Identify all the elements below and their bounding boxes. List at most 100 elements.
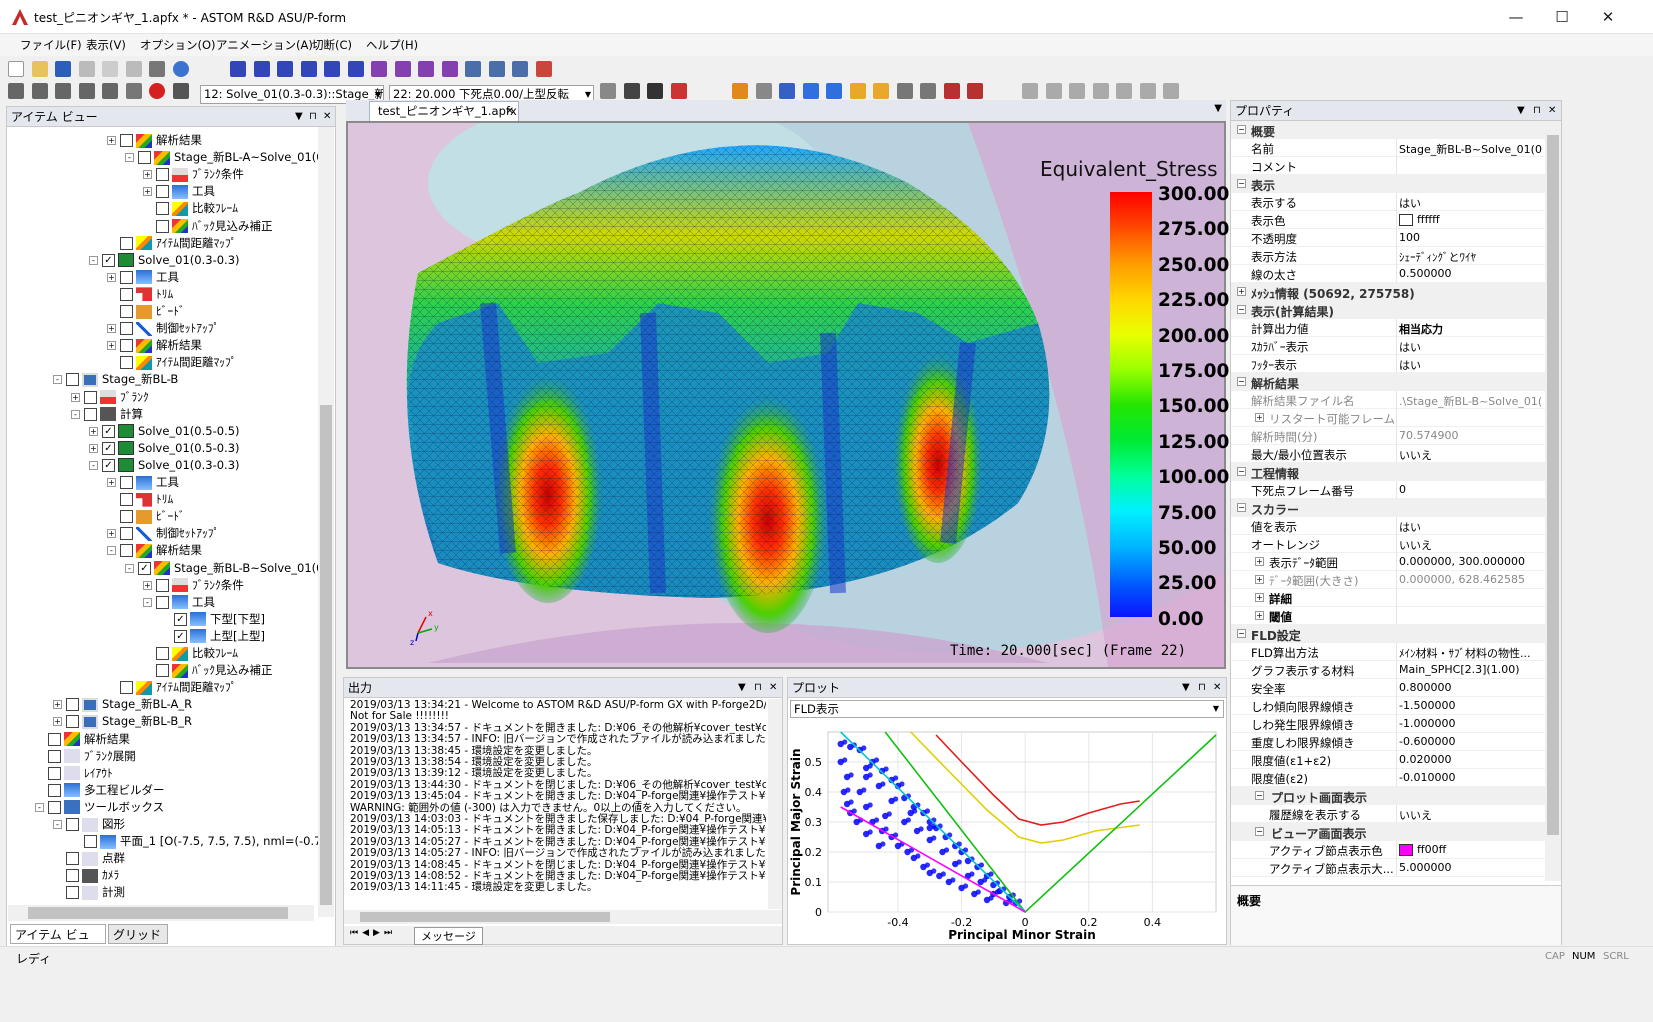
output-vertical-scrollbar[interactable] (768, 699, 782, 909)
tree-checkbox[interactable] (120, 305, 133, 318)
menu-options[interactable]: オプション(O) (140, 37, 216, 53)
tree-checkbox[interactable] (156, 595, 169, 609)
play-icon[interactable] (55, 83, 71, 99)
tree-item[interactable]: - Stage_新BL-B (53, 370, 178, 388)
report-icon[interactable] (967, 83, 983, 99)
properties-scroll-thumb[interactable] (1547, 135, 1559, 835)
property-category[interactable]: − 表示(計算結果) (1231, 301, 1545, 319)
tree-checkbox[interactable] (66, 373, 79, 387)
tree-expander-icon[interactable]: - (71, 409, 80, 419)
category-toggle-icon[interactable]: − (1237, 503, 1246, 512)
tree-item[interactable]: + 解析結果 (107, 131, 202, 149)
new-file-icon[interactable] (8, 61, 24, 77)
tree-checkbox[interactable] (66, 852, 79, 866)
tool-a-icon[interactable] (1022, 83, 1038, 99)
dropdown-icon[interactable]: ▼ (1517, 101, 1525, 121)
minimize-button[interactable]: — (1493, 0, 1539, 34)
property-category[interactable]: + ﾒｯｼｭ情報 (50692, 275758) (1231, 283, 1545, 301)
category-toggle-icon[interactable]: − (1255, 791, 1264, 800)
tree-item[interactable]: - Stage_新BL-A~Solve_01(0.5-0 (125, 148, 319, 166)
property-row[interactable]: 履歴線を表示する いいえ (1231, 805, 1545, 823)
print-icon[interactable] (149, 61, 165, 77)
dropdown-icon[interactable]: ▼ (1182, 678, 1190, 698)
tab-list-dropdown-icon[interactable]: ▼ (1214, 103, 1222, 114)
tree-item[interactable]: ｶﾒﾗ (53, 866, 119, 884)
tree-checkbox[interactable] (120, 681, 133, 695)
tree-expander-icon[interactable]: - (125, 153, 134, 163)
tool-e-icon[interactable] (1116, 83, 1132, 99)
tree-checkbox[interactable] (120, 287, 133, 301)
view-bottom-icon[interactable] (347, 61, 364, 77)
property-row[interactable]: 表示方法 ｼｪｰﾃﾞｨﾝｸﾞとﾜｲﾔ (1231, 247, 1545, 265)
tab-nav-arrows-icon[interactable]: ⏮◀▶⏭ (350, 928, 396, 938)
tree-expander-icon[interactable]: + (53, 700, 62, 710)
property-row[interactable]: 表示色 ffffff (1231, 211, 1545, 229)
probe-multi-icon[interactable] (826, 83, 842, 99)
tree-checkbox[interactable]: ✓ (102, 441, 115, 455)
menu-help[interactable]: ヘルプ(H) (366, 37, 418, 53)
close-button[interactable]: ✕ (1585, 0, 1631, 34)
property-row[interactable]: オートレンジ いいえ (1231, 535, 1545, 553)
tree-item[interactable]: + 工具 (143, 182, 215, 200)
frame-list-icon[interactable] (600, 83, 616, 99)
tree-expander-icon[interactable]: - (143, 597, 152, 607)
tree-item[interactable]: ﾋﾞｰﾄﾞ (107, 302, 185, 320)
tree-item[interactable]: + 工具 (107, 473, 179, 491)
tree-checkbox[interactable] (120, 544, 133, 558)
property-expander-icon[interactable]: + (1255, 557, 1264, 566)
tab-messages[interactable]: メッセージ (414, 927, 483, 945)
property-row[interactable]: 名前 Stage_新BL-B~Solve_01(0.... (1231, 139, 1545, 157)
pick-node-icon[interactable] (779, 83, 795, 99)
compare-icon[interactable] (670, 83, 687, 99)
close-icon[interactable]: ✕ (769, 678, 777, 698)
render-icon[interactable] (535, 61, 552, 77)
tree-expander-icon[interactable]: + (89, 426, 98, 436)
tree-item[interactable]: 計測 (53, 883, 125, 901)
tree-checkbox[interactable] (48, 800, 61, 814)
property-row[interactable]: 限度値(ε1+ε2) 0.020000 (1231, 751, 1545, 769)
iso-view-4-icon[interactable] (441, 61, 458, 77)
properties-scrollbar[interactable] (1545, 121, 1561, 881)
tree-item[interactable]: + 制御ｾｯﾄｱｯﾌﾟ (107, 524, 219, 542)
pin-icon[interactable]: ⊓ (1533, 101, 1541, 121)
film-icon[interactable] (172, 83, 189, 99)
property-row[interactable]: 表示する はい (1231, 193, 1545, 211)
property-category[interactable]: − 概要 (1231, 121, 1545, 139)
tree-checkbox[interactable] (120, 270, 133, 284)
tree-expander-icon[interactable]: + (107, 341, 116, 351)
tree-checkbox[interactable]: ✓ (102, 424, 115, 438)
tree-expander-icon[interactable]: - (125, 563, 134, 573)
tree-item[interactable]: + ﾌﾞﾗﾝｸ条件 (143, 165, 244, 183)
dropdown-icon[interactable]: ▼ (295, 107, 303, 127)
property-row[interactable]: 下死点フレーム番号 0 (1231, 481, 1545, 499)
tree-checkbox[interactable] (48, 766, 61, 780)
tree-item[interactable]: + ﾌﾞﾗﾝｸ (71, 388, 149, 406)
tree-item[interactable]: ✓ 下型[下型] (161, 610, 265, 628)
property-row[interactable]: ｽｶﾗﾊﾞｰ表示 はい (1231, 337, 1545, 355)
property-category[interactable]: − 解析結果 (1231, 373, 1545, 391)
view-left-icon[interactable] (277, 61, 293, 77)
tree-expander-icon[interactable]: + (143, 170, 152, 180)
category-toggle-icon[interactable]: − (1237, 377, 1246, 386)
tree-expander-icon[interactable]: - (35, 802, 44, 812)
tree-checkbox[interactable] (120, 236, 133, 250)
property-row[interactable]: 計算出力値 相当応力 (1231, 319, 1545, 337)
tree-checkbox[interactable] (120, 493, 133, 507)
tree-item[interactable]: 多工程ビルダー (35, 781, 165, 799)
first-frame-icon[interactable] (8, 83, 24, 99)
fld-chart[interactable]: -0.4 -0.2 0 0.2 0.400.10.20.30.40.5Principal… (788, 720, 1226, 944)
tree-checkbox[interactable] (120, 322, 133, 336)
plot-type-select[interactable]: FLD表示 ▼ (790, 700, 1224, 718)
cut-plane-icon[interactable] (873, 83, 889, 99)
close-icon[interactable]: ✕ (323, 107, 331, 127)
tree-item[interactable]: - ✓ Solve_01(0.3-0.3) (89, 456, 240, 474)
category-toggle-icon[interactable]: − (1237, 629, 1246, 638)
tree-item[interactable]: - 計算 (71, 405, 143, 423)
tree-expander-icon[interactable]: + (107, 324, 116, 334)
zoom-window-icon[interactable] (488, 61, 505, 77)
property-row[interactable]: 重度しわ限界線傾き -0.600000 (1231, 733, 1545, 751)
tab-item-view[interactable]: アイテム ビュー (10, 924, 106, 962)
tree-item[interactable]: 平面_1 [O(-7.5, 7.5, 7.5), nml=(-0.71, -0.… (71, 832, 319, 850)
tree-item[interactable]: + 工具 (107, 268, 179, 286)
menu-cut[interactable]: 切断(C) (312, 37, 352, 53)
